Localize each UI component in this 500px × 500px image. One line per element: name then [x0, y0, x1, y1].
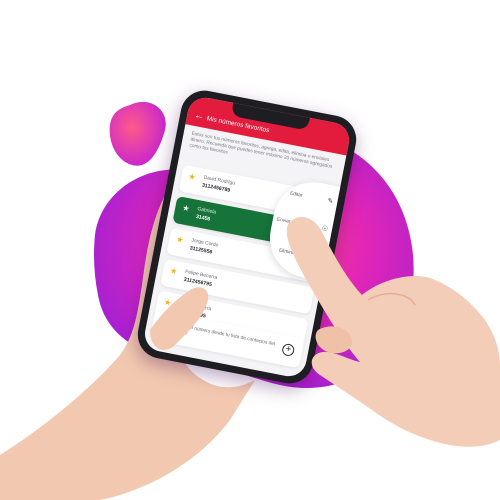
- right-hand: [286, 217, 500, 447]
- scene: ← Mis números favoritos Estos son tus nú…: [0, 0, 500, 500]
